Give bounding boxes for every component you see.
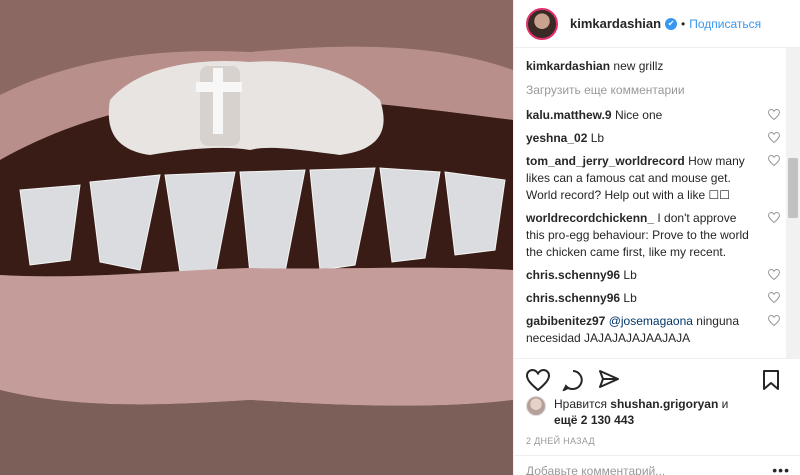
comment-username[interactable]: chris.schenny96	[526, 291, 620, 305]
comment-icon[interactable]	[562, 369, 584, 391]
heart-icon[interactable]	[768, 155, 780, 166]
scrollbar-thumb[interactable]	[788, 158, 798, 218]
scrollbar[interactable]	[786, 48, 800, 358]
list-item: chris.schenny96 Lb	[526, 290, 786, 307]
heart-icon[interactable]	[768, 109, 780, 120]
add-comment-placeholder: Добавьте комментарий...	[526, 464, 666, 475]
heart-icon[interactable]	[768, 269, 780, 280]
load-more-comments-button[interactable]: Загрузить еще комментарии	[526, 83, 786, 97]
caption: kimkardashian new grillz	[526, 58, 786, 75]
comment-mention[interactable]: @josemagaona	[609, 314, 693, 328]
list-item: yeshna_02 Lb	[526, 130, 786, 147]
heart-icon[interactable]	[768, 212, 780, 223]
likes-count[interactable]: ещё 2 130 443	[554, 413, 634, 427]
heart-icon[interactable]	[768, 292, 780, 303]
heart-icon[interactable]	[768, 132, 780, 143]
add-comment-field[interactable]: Добавьте комментарий... •••	[514, 455, 800, 475]
list-item: tom_and_jerry_worldrecord How many likes…	[526, 153, 786, 204]
post-panel: kimkardashian ✔ • Подписаться kimkardash…	[513, 0, 800, 475]
bookmark-icon[interactable]	[762, 369, 780, 391]
heart-icon[interactable]	[526, 369, 550, 391]
list-item: gabibenitez97 @josemagaona ninguna neces…	[526, 313, 786, 347]
action-bar	[514, 358, 800, 398]
comment-text: Lb	[623, 291, 637, 305]
post-header: kimkardashian ✔ • Подписаться	[514, 0, 800, 48]
avatar[interactable]	[526, 7, 558, 40]
list-item: chris.schenny96 Lb	[526, 267, 786, 284]
likes-prefix: Нравится	[554, 397, 607, 411]
comment-text: Lb	[590, 131, 605, 145]
comment-username[interactable]: kalu.matthew.9	[526, 108, 612, 122]
separator-dot: •	[681, 16, 686, 31]
comments-list: kimkardashian new grillz Загрузить еще к…	[514, 48, 786, 358]
list-item: worldrecordchickenn_ I don't approve thi…	[526, 210, 786, 261]
caption-text: new grillz	[613, 59, 664, 73]
comment-username[interactable]: gabibenitez97	[526, 314, 605, 328]
comment-text: Lb	[623, 268, 637, 282]
caption-username[interactable]: kimkardashian	[526, 59, 610, 73]
likes-summary: Нравится shushan.grigoryan и ещё 2 130 4…	[526, 396, 786, 428]
post-timestamp[interactable]: 2 ДНЕЙ НАЗАД	[526, 436, 595, 446]
more-icon[interactable]: •••	[772, 462, 790, 475]
likes-and: и	[721, 397, 729, 411]
liker-username[interactable]: shushan.grigoryan	[610, 397, 718, 411]
liker-avatar[interactable]	[526, 396, 546, 416]
post-image[interactable]	[0, 0, 513, 475]
share-icon[interactable]	[598, 369, 620, 391]
comment-username[interactable]: chris.schenny96	[526, 268, 620, 282]
grillz-photo	[0, 0, 513, 475]
verified-icon: ✔	[665, 17, 678, 30]
comment-username[interactable]: yeshna_02	[526, 131, 587, 145]
list-item: kalu.matthew.9 Nice one	[526, 107, 786, 124]
comment-username[interactable]: worldrecordchickenn_	[526, 211, 654, 225]
comment-username[interactable]: tom_and_jerry_worldrecord	[526, 154, 685, 168]
follow-button[interactable]: Подписаться	[689, 17, 761, 31]
heart-icon[interactable]	[768, 315, 780, 326]
comment-text: Nice one	[614, 108, 663, 122]
header-username[interactable]: kimkardashian	[570, 16, 661, 31]
